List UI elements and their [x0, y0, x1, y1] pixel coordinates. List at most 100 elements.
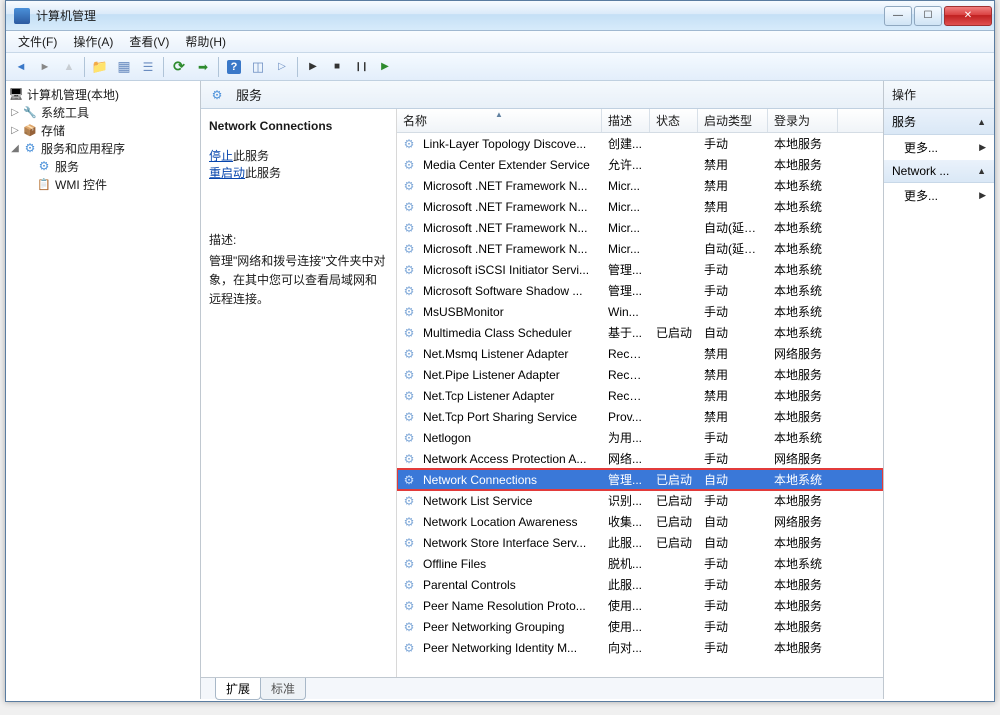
tree-storage[interactable]: ▷ 存储: [8, 121, 198, 139]
action-more-2[interactable]: 更多...▶: [884, 183, 994, 208]
service-row[interactable]: Multimedia Class Scheduler基于...已启动自动本地系统: [397, 322, 883, 343]
service-row[interactable]: Net.Pipe Listener AdapterRece...禁用本地服务: [397, 364, 883, 385]
service-row[interactable]: Microsoft iSCSI Initiator Servi...管理...手…: [397, 259, 883, 280]
smallplay-button[interactable]: [271, 56, 293, 78]
titlebar[interactable]: 计算机管理 — ☐ ✕: [6, 1, 994, 31]
service-icon: [401, 262, 417, 278]
export-button[interactable]: [192, 56, 214, 78]
service-icon: [401, 136, 417, 152]
up-button[interactable]: [58, 56, 80, 78]
service-row[interactable]: Net.Msmq Listener AdapterRece...禁用网络服务: [397, 343, 883, 364]
stop-service-button[interactable]: [326, 56, 348, 78]
service-name: Network List Service: [417, 494, 602, 508]
service-row[interactable]: Network Access Protection A...网络...手动网络服…: [397, 448, 883, 469]
service-row[interactable]: Microsoft .NET Framework N...Micr...禁用本地…: [397, 175, 883, 196]
service-row[interactable]: Offline Files脱机...手动本地系统: [397, 553, 883, 574]
maximize-button[interactable]: ☐: [914, 6, 942, 26]
tree-wmi[interactable]: WMI 控件: [8, 175, 198, 193]
menu-action[interactable]: 操作(A): [65, 31, 121, 52]
service-logon: 本地系统: [768, 555, 838, 572]
service-icon: [401, 199, 417, 215]
service-desc: Rece...: [602, 368, 650, 382]
view-list-button[interactable]: [137, 56, 159, 78]
col-desc[interactable]: 描述: [602, 109, 650, 132]
service-icon: [401, 388, 417, 404]
restart-service-button[interactable]: [374, 56, 396, 78]
properties-button[interactable]: [113, 56, 135, 78]
service-row[interactable]: Microsoft Software Shadow ...管理...手动本地系统: [397, 280, 883, 301]
menu-help[interactable]: 帮助(H): [177, 31, 234, 52]
service-desc: Micr...: [602, 242, 650, 256]
menu-file[interactable]: 文件(F): [10, 31, 65, 52]
service-row[interactable]: Net.Tcp Port Sharing ServiceProv...禁用本地服…: [397, 406, 883, 427]
service-row[interactable]: Microsoft .NET Framework N...Micr...自动(延…: [397, 217, 883, 238]
col-status[interactable]: 状态: [650, 109, 698, 132]
service-row[interactable]: Microsoft .NET Framework N...Micr...自动(延…: [397, 238, 883, 259]
service-logon: 本地服务: [768, 534, 838, 551]
service-logon: 本地系统: [768, 198, 838, 215]
service-row[interactable]: Peer Networking Identity M...向对...手动本地服务: [397, 637, 883, 658]
tree-services-apps[interactable]: ◢ 服务和应用程序: [8, 139, 198, 157]
col-name[interactable]: 名称▲: [397, 109, 602, 132]
action-group-services[interactable]: 服务▲: [884, 109, 994, 135]
forward-button[interactable]: [34, 56, 56, 78]
action-group-network[interactable]: Network ...▲: [884, 160, 994, 183]
service-row[interactable]: Link-Layer Topology Discove...创建...手动本地服…: [397, 133, 883, 154]
service-icon: [401, 157, 417, 173]
service-icon: [401, 283, 417, 299]
stop-link[interactable]: 停止: [209, 149, 233, 163]
service-row[interactable]: Parental Controls此服...手动本地服务: [397, 574, 883, 595]
detail-panel: Network Connections 停止此服务 重启动此服务 描述: 管理"…: [201, 109, 396, 677]
service-row[interactable]: MsUSBMonitorWin...手动本地系统: [397, 301, 883, 322]
tree-services[interactable]: 服务: [8, 157, 198, 175]
start-service-button[interactable]: [302, 56, 324, 78]
service-row[interactable]: Peer Name Resolution Proto...使用...手动本地服务: [397, 595, 883, 616]
expand-icon[interactable]: ▷: [8, 107, 22, 118]
service-name: Microsoft iSCSI Initiator Servi...: [417, 263, 602, 277]
toolbar: [6, 53, 994, 81]
col-startup[interactable]: 启动类型: [698, 109, 768, 132]
close-button[interactable]: ✕: [944, 6, 992, 26]
menu-view[interactable]: 查看(V): [121, 31, 177, 52]
service-row[interactable]: Netlogon为用...手动本地系统: [397, 427, 883, 448]
stop-service-link-row: 停止此服务: [209, 147, 388, 164]
columns-button[interactable]: [247, 56, 269, 78]
service-row[interactable]: Microsoft .NET Framework N...Micr...禁用本地…: [397, 196, 883, 217]
action-more-1[interactable]: 更多...▶: [884, 135, 994, 160]
service-desc: 允许...: [602, 156, 650, 173]
pause-service-button[interactable]: [350, 56, 372, 78]
service-startup: 手动: [698, 261, 768, 278]
service-row[interactable]: Peer Networking Grouping使用...手动本地服务: [397, 616, 883, 637]
minimize-button[interactable]: —: [884, 6, 912, 26]
collapse-icon[interactable]: ◢: [8, 143, 22, 154]
tab-extended[interactable]: 扩展: [215, 678, 261, 700]
tree-root[interactable]: 计算机管理(本地): [8, 85, 198, 103]
service-row[interactable]: Network List Service识别...已启动手动本地服务: [397, 490, 883, 511]
service-icon: [401, 346, 417, 362]
service-startup: 手动: [698, 597, 768, 614]
tree-pane[interactable]: 计算机管理(本地) ▷ 系统工具 ▷ 存储 ◢ 服务和应用程序 服务: [6, 81, 201, 699]
service-icon: [401, 304, 417, 320]
service-row[interactable]: Network Store Interface Serv...此服...已启动自…: [397, 532, 883, 553]
show-hide-tree-button[interactable]: [89, 56, 111, 78]
service-name: MsUSBMonitor: [417, 305, 602, 319]
service-row[interactable]: Media Center Extender Service允许...禁用本地服务: [397, 154, 883, 175]
col-logon[interactable]: 登录为: [768, 109, 838, 132]
service-row[interactable]: Net.Tcp Listener AdapterRece...禁用本地服务: [397, 385, 883, 406]
service-startup: 禁用: [698, 387, 768, 404]
service-logon: 本地系统: [768, 219, 838, 236]
restart-link[interactable]: 重启动: [209, 166, 245, 180]
service-desc: 此服...: [602, 534, 650, 551]
help-button[interactable]: [223, 56, 245, 78]
back-button[interactable]: [10, 56, 32, 78]
refresh-button[interactable]: [168, 56, 190, 78]
service-desc: 网络...: [602, 450, 650, 467]
tab-standard[interactable]: 标准: [260, 678, 306, 700]
list-body[interactable]: Link-Layer Topology Discove...创建...手动本地服…: [397, 133, 883, 677]
service-row[interactable]: Network Location Awareness收集...已启动自动网络服务: [397, 511, 883, 532]
service-status: 已启动: [650, 534, 698, 551]
service-row[interactable]: Network Connections管理...已启动自动本地系统: [397, 469, 883, 490]
service-startup: 手动: [698, 618, 768, 635]
expand-icon[interactable]: ▷: [8, 125, 22, 136]
tree-system-tools[interactable]: ▷ 系统工具: [8, 103, 198, 121]
